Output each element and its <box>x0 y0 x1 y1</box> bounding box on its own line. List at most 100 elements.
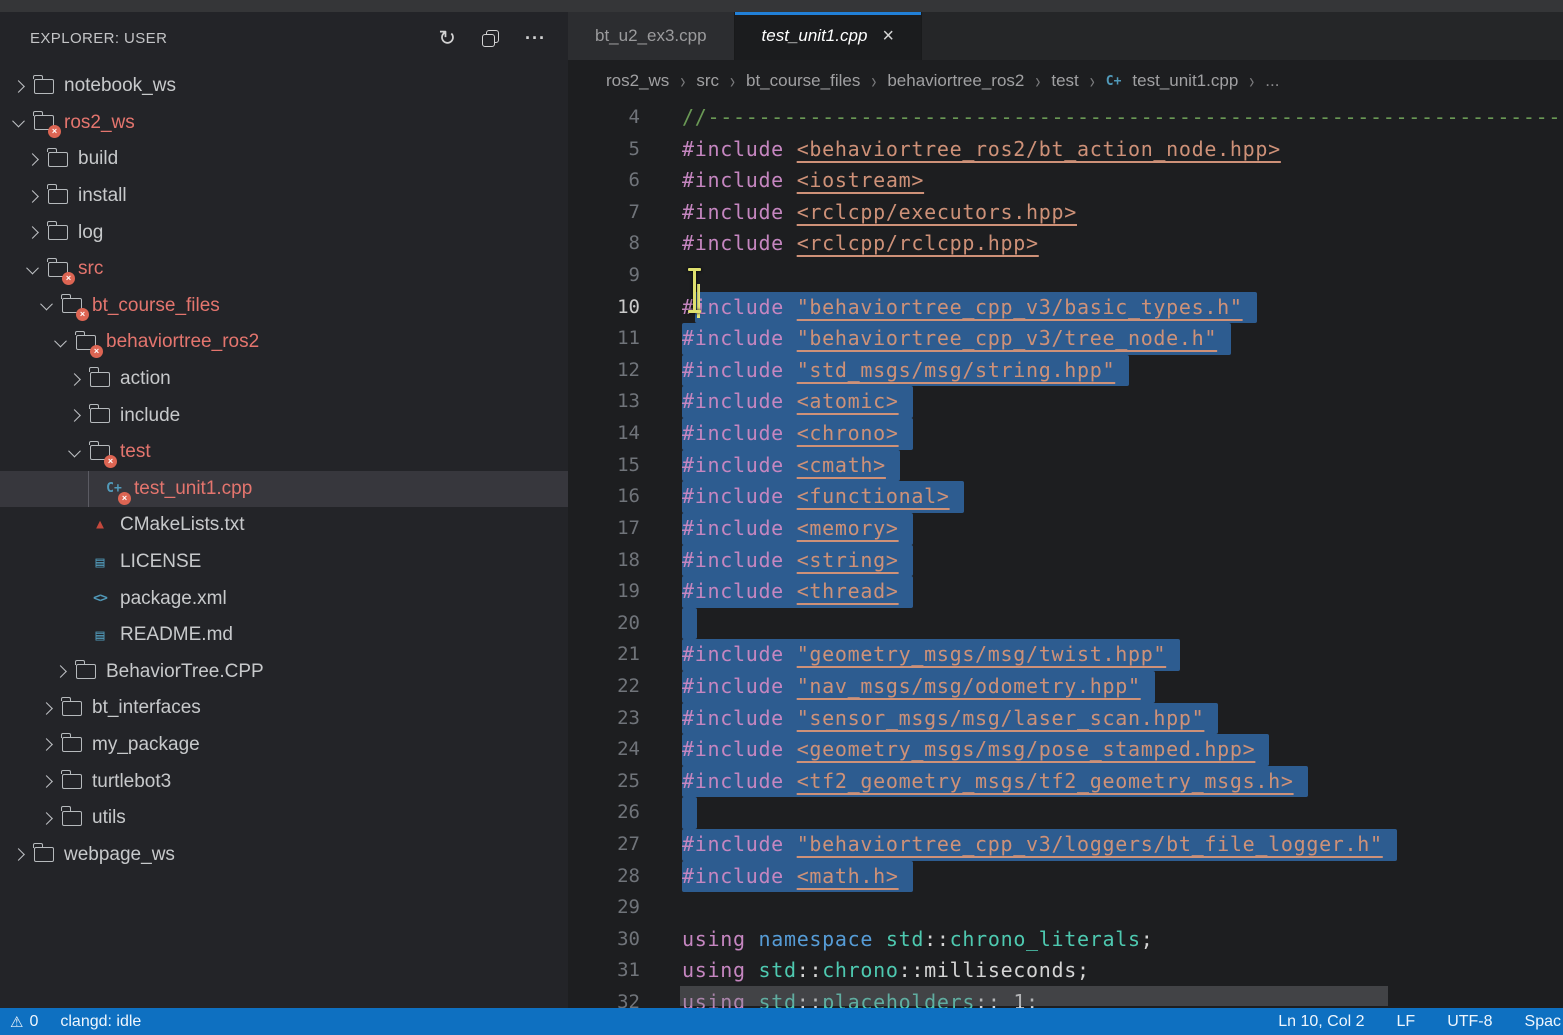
breadcrumb-item-ros2-ws[interactable]: ros2_ws <box>606 71 669 91</box>
code-content: #include "behaviortree_cpp_v3/loggers/bt… <box>682 829 1397 861</box>
tree-item-behaviortree-ros2[interactable]: ×behaviortree_ros2 <box>0 324 568 361</box>
duplicate-button[interactable] <box>482 30 499 47</box>
code-line-26[interactable]: 26 <box>568 797 1563 829</box>
code-line-27[interactable]: 27#include "behaviortree_cpp_v3/loggers/… <box>568 829 1563 861</box>
file-icon-wrap: × <box>90 445 110 460</box>
eol-indicator[interactable]: LF <box>1397 1013 1416 1031</box>
code-line-25[interactable]: 25#include <tf2_geometry_msgs/tf2_geomet… <box>568 766 1563 798</box>
tree-item-package-xml[interactable]: <>package.xml <box>0 580 568 617</box>
tree-item-notebook-ws[interactable]: notebook_ws <box>0 68 568 105</box>
code-token: chrono_literals <box>950 927 1141 951</box>
code-line-16[interactable]: 16 #include <functional> <box>568 481 1563 513</box>
tree-item-test-unit1-cpp[interactable]: C+×test_unit1.cpp <box>0 471 568 508</box>
breadcrumb-item-test-unit1-cpp[interactable]: test_unit1.cpp <box>1132 71 1238 91</box>
folder-icon <box>62 737 82 752</box>
code-line-5[interactable]: 5#include <behaviortree_ros2/bt_action_n… <box>568 134 1563 166</box>
line-number: 6 <box>568 165 640 197</box>
line-number: 22 <box>568 671 640 703</box>
line-number: 16 <box>568 481 640 513</box>
tree-item-bt-course-files[interactable]: ×bt_course_files <box>0 288 568 325</box>
tree-item-license[interactable]: ▤LICENSE <box>0 544 568 581</box>
code-line-6[interactable]: 6#include <iostream> <box>568 165 1563 197</box>
code-line-19[interactable]: 19#include <thread> <box>568 576 1563 608</box>
tree-item-install[interactable]: install <box>0 178 568 215</box>
tree-item-my-package[interactable]: my_package <box>0 727 568 764</box>
chevron-right-icon <box>54 665 67 678</box>
more-actions-button[interactable]: ··· <box>525 29 546 47</box>
tree-item-build[interactable]: build <box>0 141 568 178</box>
tree-item-behaviortree-cpp[interactable]: BehaviorTree.CPP <box>0 654 568 691</box>
code-line-31[interactable]: 31using std::chrono::milliseconds; <box>568 955 1563 987</box>
tree-item-ros2-ws[interactable]: ×ros2_ws <box>0 105 568 142</box>
include-directive-token: #include <box>682 737 784 761</box>
code-line-20[interactable]: 20 <box>568 608 1563 640</box>
file-icon-wrap <box>48 225 68 240</box>
tree-item-label: turtlebot3 <box>92 771 171 793</box>
code-line-4[interactable]: 4//-------------------------------------… <box>568 102 1563 134</box>
code-line-22[interactable]: 22#include "nav_msgs/msg/odometry.hpp" <box>568 671 1563 703</box>
line-number: 17 <box>568 513 640 545</box>
code-line-30[interactable]: 30using namespace std::chrono_literals; <box>568 924 1563 956</box>
breadcrumb-item-test[interactable]: test <box>1051 71 1078 91</box>
indentation-indicator[interactable]: Spac <box>1525 1013 1561 1031</box>
tree-item-cmakelists-txt[interactable]: ▲CMakeLists.txt <box>0 507 568 544</box>
code-line-18[interactable]: 18 #include <string> <box>568 545 1563 577</box>
breadcrumb-item-bt-course-files[interactable]: bt_course_files <box>746 71 860 91</box>
code-line-10[interactable]: 10#include "behaviortree_cpp_v3/basic_ty… <box>568 292 1563 324</box>
tree-item-webpage-ws[interactable]: webpage_ws <box>0 836 568 873</box>
code-line-8[interactable]: 8#include <rclcpp/rclcpp.hpp> <box>568 228 1563 260</box>
selection-highlight: #include <tf2_geometry_msgs/tf2_geometry… <box>682 766 1308 798</box>
folder-icon <box>48 189 68 204</box>
include-path-token: <memory> <box>797 516 899 540</box>
code-line-11[interactable]: 11#include "behaviortree_cpp_v3/tree_nod… <box>568 323 1563 355</box>
code-line-14[interactable]: 14#include <chrono> <box>568 418 1563 450</box>
tree-item-label: install <box>78 185 127 207</box>
cursor-position-indicator[interactable]: Ln 10, Col 2 <box>1278 1013 1364 1031</box>
file-icon-wrap: × <box>34 115 54 130</box>
include-path-token: <tf2_geometry_msgs/tf2_geometry_msgs.h> <box>797 769 1294 793</box>
include-path-token: "behaviortree_cpp_v3/basic_types.h" <box>797 295 1243 319</box>
include-directive-token: #include <box>682 453 784 477</box>
include-directive-token: #include <box>682 168 784 192</box>
code-line-17[interactable]: 17#include <memory> <box>568 513 1563 545</box>
file-icon-wrap: <> <box>90 591 110 607</box>
tree-item-include[interactable]: include <box>0 397 568 434</box>
code-line-21[interactable]: 21#include "geometry_msgs/msg/twist.hpp" <box>568 639 1563 671</box>
code-line-12[interactable]: 12#include "std_msgs/msg/string.hpp" <box>568 355 1563 387</box>
problems-indicator[interactable]: ⚠ 0 <box>10 1013 38 1031</box>
tree-item-action[interactable]: action <box>0 361 568 398</box>
include-path-token: <cmath> <box>797 453 886 477</box>
tree-item-src[interactable]: ×src <box>0 251 568 288</box>
encoding-indicator[interactable]: UTF-8 <box>1447 1013 1492 1031</box>
tree-item-utils[interactable]: utils <box>0 800 568 837</box>
code-content: #include <functional> <box>682 481 964 513</box>
tab-close-icon[interactable]: × <box>882 26 894 46</box>
code-line-13[interactable]: 13#include <atomic> <box>568 386 1563 418</box>
code-editor[interactable]: 4//-------------------------------------… <box>568 102 1563 1008</box>
code-line-15[interactable]: 15#include <cmath> <box>568 450 1563 482</box>
tab-bt-u2-ex3-cpp[interactable]: bt_u2_ex3.cpp <box>568 12 735 60</box>
refresh-explorer-button[interactable]: ↻ <box>438 28 456 49</box>
tree-item-bt-interfaces[interactable]: bt_interfaces <box>0 690 568 727</box>
code-line-23[interactable]: 23#include "sensor_msgs/msg/laser_scan.h… <box>568 703 1563 735</box>
breadcrumb-item-src[interactable]: src <box>696 71 719 91</box>
code-line-28[interactable]: 28#include <math.h> <box>568 861 1563 893</box>
code-content <box>682 608 697 640</box>
code-line-24[interactable]: 24#include <geometry_msgs/msg/pose_stamp… <box>568 734 1563 766</box>
folder-icon <box>62 774 82 789</box>
tree-item-test[interactable]: ×test <box>0 434 568 471</box>
tab-test-unit1-cpp[interactable]: test_unit1.cpp× <box>735 12 923 60</box>
code-line-7[interactable]: 7#include <rclcpp/executors.hpp> <box>568 197 1563 229</box>
tree-item-readme-md[interactable]: ▤README.md <box>0 617 568 654</box>
tree-item-log[interactable]: log <box>0 214 568 251</box>
code-line-29[interactable]: 29 <box>568 892 1563 924</box>
code-line-9[interactable]: 9 <box>568 260 1563 292</box>
tree-item-turtlebot3[interactable]: turtlebot3 <box>0 763 568 800</box>
horizontal-scrollbar[interactable] <box>680 986 1388 1006</box>
line-number: 7 <box>568 197 640 229</box>
selection-highlight: #include <string> <box>682 545 913 577</box>
line-number: 18 <box>568 545 640 577</box>
include-path-token: <geometry_msgs/msg/pose_stamped.hpp> <box>797 737 1256 761</box>
clangd-status[interactable]: clangd: idle <box>60 1013 141 1031</box>
breadcrumb-item-behaviortree-ros2[interactable]: behaviortree_ros2 <box>887 71 1024 91</box>
